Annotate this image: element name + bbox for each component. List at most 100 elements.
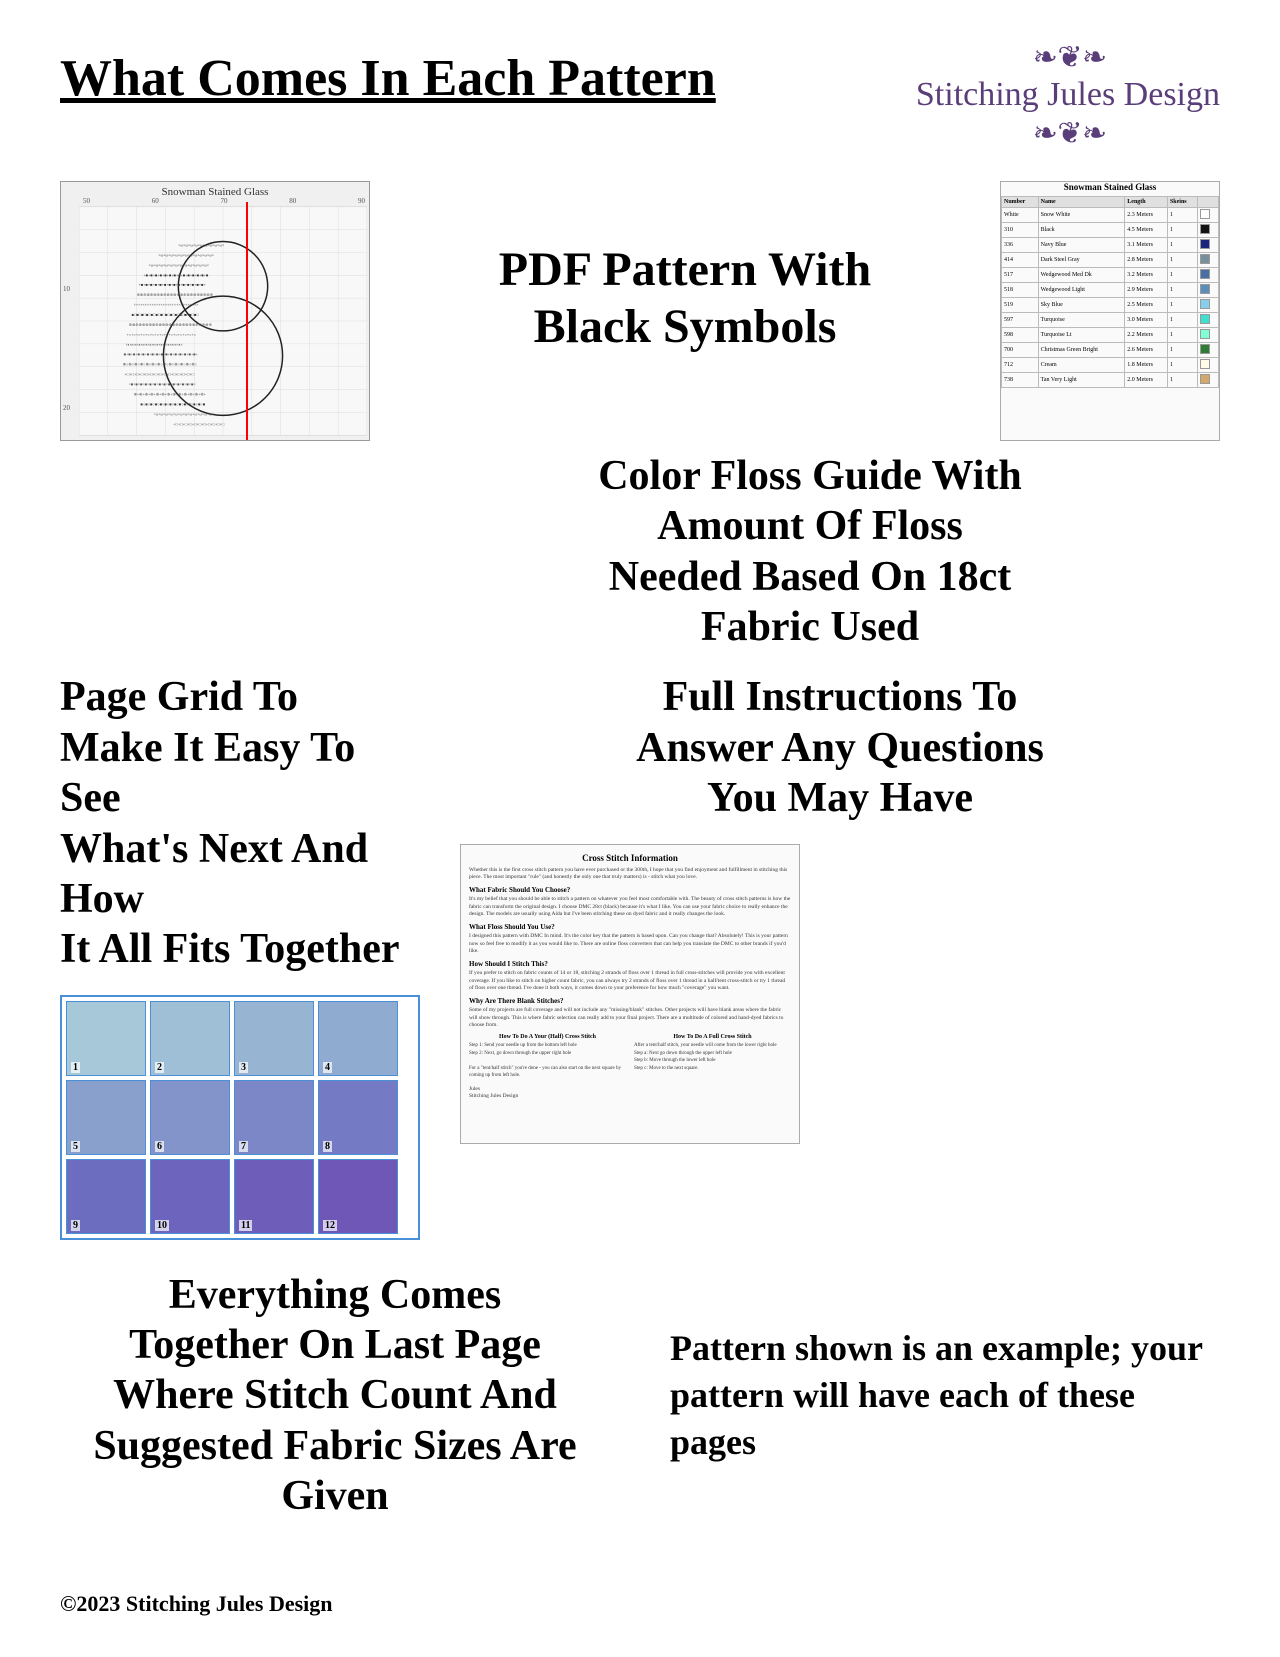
floss-length: 1.8 Meters — [1125, 357, 1168, 372]
floss-color-swatch — [1198, 237, 1219, 252]
footer: ©2023 Stitching Jules Design — [60, 1591, 333, 1617]
floss-skeins: 1 — [1167, 297, 1197, 312]
floss-length: 4.5 Meters — [1125, 222, 1168, 237]
doc-para-fabric: It's my belief that you should be able t… — [469, 896, 791, 919]
floss-color-swatch — [1198, 327, 1219, 342]
doc-two-col: How To Do A Your (Half) Cross Stitch Ste… — [469, 1034, 791, 1080]
thumb-number: 11 — [239, 1220, 252, 1231]
floss-color-swatch — [1198, 372, 1219, 387]
floss-length: 2.8 Meters — [1125, 252, 1168, 267]
logo-ornament-top: ❧ ❦ ❧ — [1033, 40, 1103, 75]
doc-section-blank: Why Are There Blank Stitches? — [469, 997, 791, 1005]
pdf-pattern-label: PDF Pattern With Black Symbols — [410, 241, 960, 356]
floss-row: 738 Tan Very Light 2.0 Meters 1 — [1002, 372, 1219, 387]
floss-color-swatch — [1198, 267, 1219, 282]
thumb-number: 7 — [239, 1141, 248, 1152]
pattern-svg: ×ω×ω×ω×ω×ω×ω×ω×ω×ω× ×ω×ω×ω×ω×ω×ω×ω×ω×ω×ω… — [79, 204, 367, 438]
svg-text:×+×+×+×+×+×+×+×+×+×+×+×+×+×+×: ×+×+×+×+×+×+×+×+×+×+×+×+×+×+× — [134, 302, 199, 307]
svg-text:×▪×▪×▪×▪×▪×▪×▪×▪×▪×▪×▪×▪×▪×▪×▪: ×▪×▪×▪×▪×▪×▪×▪×▪×▪×▪×▪×▪×▪×▪×▪× — [126, 342, 183, 347]
svg-text:+■+■+■+■+■+■+■+■+■+■+■+■+■+■: +■+■+■+■+■+■+■+■+■+■+■+■+■+■ — [144, 272, 209, 277]
thumb-number: 6 — [155, 1141, 164, 1152]
thumb-cell: 11 — [234, 1159, 314, 1234]
floss-length: 3.2 Meters — [1125, 267, 1168, 282]
thumb-cell: 4 — [318, 1001, 398, 1076]
col-title-full: How To Do A Full Cross Stitch — [634, 1034, 791, 1040]
floss-skeins: 1 — [1167, 357, 1197, 372]
thumb-cell: 6 — [150, 1080, 230, 1155]
col-number: Number — [1002, 196, 1039, 207]
page-thumbnail-grid: 123456789101112 — [60, 995, 420, 1240]
row-numbers: 1020 — [63, 202, 70, 440]
floss-name: Wedgewood Med Dk — [1038, 267, 1125, 282]
col-length: Length — [1125, 196, 1168, 207]
floss-row: 597 Turquoise 3.0 Meters 1 — [1002, 312, 1219, 327]
thumb-number: 8 — [323, 1141, 332, 1152]
floss-skeins: 1 — [1167, 282, 1197, 297]
floss-name: Turquoise — [1038, 312, 1125, 327]
floss-table: Number Name Length Skeins White Snow Whi… — [1001, 196, 1219, 388]
page: What Comes In Each Pattern ❧ ❦ ❧ Stitchi… — [0, 0, 1280, 1657]
floss-length: 2.5 Meters — [1125, 297, 1168, 312]
svg-text:+■+■+■+■+■+■+■+■+■+■+■+■+■+■+: +■+■+■+■+■+■+■+■+■+■+■+■+■+■+ — [139, 282, 207, 287]
floss-length: 2.6 Meters — [1125, 342, 1168, 357]
svg-text:×ω×ω×ω×ω×ω×ω×ω×ω×ω×: ×ω×ω×ω×ω×ω×ω×ω×ω×ω× — [178, 242, 224, 247]
page-title: What Comes In Each Pattern — [60, 40, 716, 107]
floss-color-swatch — [1198, 252, 1219, 267]
col-skeins: Skeins — [1167, 196, 1197, 207]
svg-text:⊗○⊗○⊗○⊗○⊗○⊗○⊗○⊗○⊗○⊗○⊗○⊗○⊗○: ⊗○⊗○⊗○⊗○⊗○⊗○⊗○⊗○⊗○⊗○⊗○⊗○⊗○ — [123, 361, 197, 366]
thumb-cell: 10 — [150, 1159, 230, 1234]
floss-number: 712 — [1002, 357, 1039, 372]
svg-text:+□+□+□+□+□+□+□+□+□+□+□: +□+□+□+□+□+□+□+□+□+□+□ — [173, 421, 225, 426]
floss-number: 597 — [1002, 312, 1039, 327]
floss-name: Turquoise Lt — [1038, 327, 1125, 342]
svg-text:■□■□■□■□■□■□■□■□■□■□■□■□■□■□: ■□■□■□■□■□■□■□■□■□■□■□■□■□■□ — [132, 312, 200, 317]
floss-number: 414 — [1002, 252, 1039, 267]
doc-para-floss: I designed this pattern with DMC In mind… — [469, 933, 791, 956]
thumb-cell: 8 — [318, 1080, 398, 1155]
doc-section-how: How Should I Stitch This? — [469, 960, 791, 968]
floss-length: 2.9 Meters — [1125, 282, 1168, 297]
floss-length: 2.2 Meters — [1125, 327, 1168, 342]
floss-length: 3.1 Meters — [1125, 237, 1168, 252]
instructions-label: Full Instructions To Answer Any Question… — [460, 672, 1220, 823]
doc-col-half: How To Do A Your (Half) Cross Stitch Ste… — [469, 1034, 626, 1080]
floss-row: 414 Dark Steel Gray 2.8 Meters 1 — [1002, 252, 1219, 267]
svg-text:×ω×ω×ω×ω×ω×ω×ω×ω×ω×ω×ω×ω×: ×ω×ω×ω×ω×ω×ω×ω×ω×ω×ω×ω×ω× — [153, 411, 213, 416]
floss-name: Sky Blue — [1038, 297, 1125, 312]
floss-skeins: 1 — [1167, 207, 1197, 222]
floss-guide-thumbnail: Snowman Stained Glass Number Name Length… — [1000, 181, 1220, 441]
floss-number: 598 — [1002, 327, 1039, 342]
thumb-number: 10 — [155, 1220, 169, 1231]
floss-color-swatch — [1198, 282, 1219, 297]
col-color — [1198, 196, 1219, 207]
doc-section-floss: What Floss Should You Use? — [469, 923, 791, 931]
floss-color-swatch — [1198, 222, 1219, 237]
thumb-number: 4 — [323, 1062, 332, 1073]
logo-text: Stitching Jules Design — [916, 75, 1220, 116]
floss-row: 517 Wedgewood Med Dk 3.2 Meters 1 — [1002, 267, 1219, 282]
section-bottom: Everything Comes Together On Last Page W… — [60, 1270, 1220, 1522]
thumb-number: 1 — [71, 1062, 80, 1073]
floss-length: 2.0 Meters — [1125, 372, 1168, 387]
floss-color-swatch — [1198, 312, 1219, 327]
floss-color-swatch — [1198, 357, 1219, 372]
doc-para-blank: Some of my projects are full coverage an… — [469, 1007, 791, 1030]
floss-length: 2.3 Meters — [1125, 207, 1168, 222]
section-grid-instructions: Page Grid To Make It Easy To See What's … — [60, 672, 1220, 1239]
svg-text:×ω×ω×ω×ω×ω×ω×ω×ω×ω×ω×ω×ω×: ×ω×ω×ω×ω×ω×ω×ω×ω×ω×ω×ω×ω× — [149, 262, 209, 267]
thumb-cell: 3 — [234, 1001, 314, 1076]
thumb-cell: 5 — [66, 1080, 146, 1155]
doc-sign: JulesStitching Jules Design — [469, 1086, 791, 1101]
pattern-image-box: Snowman Stained Glass 5060708090 1020 — [60, 181, 370, 441]
floss-row: 336 Navy Blue 3.1 Meters 1 — [1002, 237, 1219, 252]
floss-number: White — [1002, 207, 1039, 222]
thumb-cell: 9 — [66, 1159, 146, 1234]
header: What Comes In Each Pattern ❧ ❦ ❧ Stitchi… — [60, 40, 1220, 151]
floss-name: Christmas Green Bright — [1038, 342, 1125, 357]
floss-skeins: 1 — [1167, 342, 1197, 357]
thumb-number: 5 — [71, 1141, 80, 1152]
page-grid-text: Page Grid To Make It Easy To See What's … — [60, 672, 400, 974]
svg-text:+□+□+□+□+□+□+□+□+□+□+□+□+□+□+□: +□+□+□+□+□+□+□+□+□+□+□+□+□+□+□ — [125, 371, 195, 376]
svg-text:⊕⊗⊕⊗⊕⊗⊕⊗⊕⊗⊕⊗⊕⊗⊕⊗⊕⊗⊕⊗⊕⊗⊕: ⊕⊗⊕⊗⊕⊗⊕⊗⊕⊗⊕⊗⊕⊗⊕⊗⊕⊗⊕⊗⊕⊗⊕ — [137, 292, 213, 297]
floss-name: Snow White — [1038, 207, 1125, 222]
